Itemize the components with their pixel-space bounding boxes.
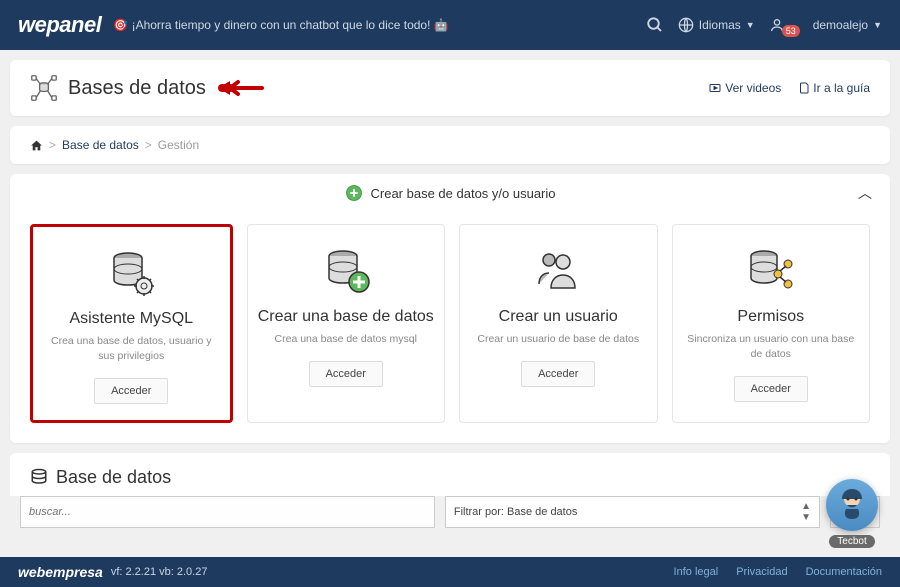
card-title: Crear un usuario (499, 307, 618, 326)
footer-left: webempresa vf: 2.2.21 vb: 2.0.27 (18, 564, 207, 580)
create-header[interactable]: Crear base de datos y/o usuario ︿ (10, 174, 890, 212)
users-icon (531, 241, 585, 301)
create-section: Crear base de datos y/o usuario ︿ Asiste… (10, 174, 890, 443)
card-title: Crear una base de datos (258, 307, 434, 326)
breadcrumb-item[interactable]: Base de datos (62, 138, 139, 152)
version-text: vf: 2.2.21 vb: 2.0.27 (111, 566, 208, 578)
footer-link-privacy[interactable]: Privacidad (736, 566, 787, 578)
footer: webempresa vf: 2.2.21 vb: 2.0.27 Info le… (0, 557, 900, 587)
footer-link-legal[interactable]: Info legal (674, 566, 719, 578)
card-permissions: Permisos Sincroniza un usuario con una b… (672, 224, 871, 423)
card-mysql-assistant: Asistente MySQL Crea una base de datos, … (30, 224, 233, 423)
card-title: Permisos (737, 307, 804, 326)
title-left: Bases de datos (30, 74, 264, 102)
breadcrumb: > Base de datos > Gestión (10, 126, 890, 164)
guide-link[interactable]: Ir a la guía (797, 81, 870, 95)
search-icon[interactable] (646, 16, 664, 34)
database-icon (30, 468, 48, 486)
filter-row: Filtrar por: Base de datos ▲▼ 10 ▴▾ (10, 496, 890, 528)
cards-grid: Asistente MySQL Crea una base de datos, … (10, 212, 890, 443)
header-right: Idiomas ▼ 53 demoalejo ▼ (646, 16, 882, 34)
footer-links: Info legal Privacidad Documentación (674, 566, 882, 578)
plus-circle-icon (345, 184, 363, 202)
main-content: Bases de datos Ver videos Ir a la guía >… (0, 50, 900, 538)
highlight-arrow-icon (216, 78, 264, 98)
card-create-database: Crear una base de datos Crea una base de… (247, 224, 446, 423)
create-header-text: Crear base de datos y/o usuario (371, 186, 556, 201)
select-arrows-icon: ▲▼ (801, 501, 811, 523)
chevron-down-icon: ▼ (873, 20, 882, 30)
database-share-icon (744, 241, 798, 301)
title-panel: Bases de datos Ver videos Ir a la guía (10, 60, 890, 116)
breadcrumb-separator: > (49, 138, 56, 152)
header-left: wepanel 🎯 ¡Ahorra tiempo y dinero con un… (18, 12, 449, 38)
footer-link-docs[interactable]: Documentación (806, 566, 882, 578)
videos-link[interactable]: Ver videos (709, 81, 781, 95)
tecbot-label: Tecbot (829, 535, 874, 548)
card-desc: Crea una base de datos, usuario y sus pr… (43, 334, 220, 363)
card-create-user: Crear un usuario Crear un usuario de bas… (459, 224, 658, 423)
card-desc: Crea una base de datos mysql (275, 332, 417, 347)
languages-label: Idiomas (699, 18, 741, 32)
access-button[interactable]: Acceder (94, 378, 168, 404)
section-title: Base de datos (56, 467, 171, 488)
access-button[interactable]: Acceder (734, 376, 808, 402)
home-icon[interactable] (30, 139, 43, 152)
filter-select[interactable]: Filtrar por: Base de datos ▲▼ (445, 496, 820, 528)
top-header: wepanel 🎯 ¡Ahorra tiempo y dinero con un… (0, 0, 900, 50)
db-list-header: Base de datos (10, 453, 890, 496)
database-gear-icon (104, 243, 158, 303)
collapse-icon[interactable]: ︿ (858, 183, 872, 203)
database-network-icon (30, 74, 58, 102)
footer-logo[interactable]: webempresa (18, 564, 103, 580)
logo[interactable]: wepanel (18, 12, 101, 38)
tecbot-widget[interactable]: Tecbot (826, 479, 878, 549)
tecbot-avatar-icon (826, 479, 878, 531)
card-desc: Sincroniza un usuario con una base de da… (683, 332, 860, 361)
card-title: Asistente MySQL (69, 309, 193, 328)
access-button[interactable]: Acceder (309, 361, 383, 387)
title-links: Ver videos Ir a la guía (709, 81, 870, 95)
access-button[interactable]: Acceder (521, 361, 595, 387)
languages-menu[interactable]: Idiomas ▼ (678, 17, 755, 33)
notification-badge: 53 (782, 25, 800, 37)
chevron-down-icon: ▼ (746, 20, 755, 30)
tagline: 🎯 ¡Ahorra tiempo y dinero con un chatbot… (113, 18, 448, 32)
card-desc: Crear un usuario de base de datos (477, 332, 639, 347)
database-plus-icon (319, 241, 373, 301)
search-input[interactable] (20, 496, 435, 528)
user-menu[interactable]: 53 demoalejo ▼ (769, 17, 882, 33)
page-title: Bases de datos (68, 77, 206, 100)
breadcrumb-separator: > (145, 138, 152, 152)
breadcrumb-current: Gestión (158, 138, 199, 152)
username: demoalejo (813, 18, 868, 32)
